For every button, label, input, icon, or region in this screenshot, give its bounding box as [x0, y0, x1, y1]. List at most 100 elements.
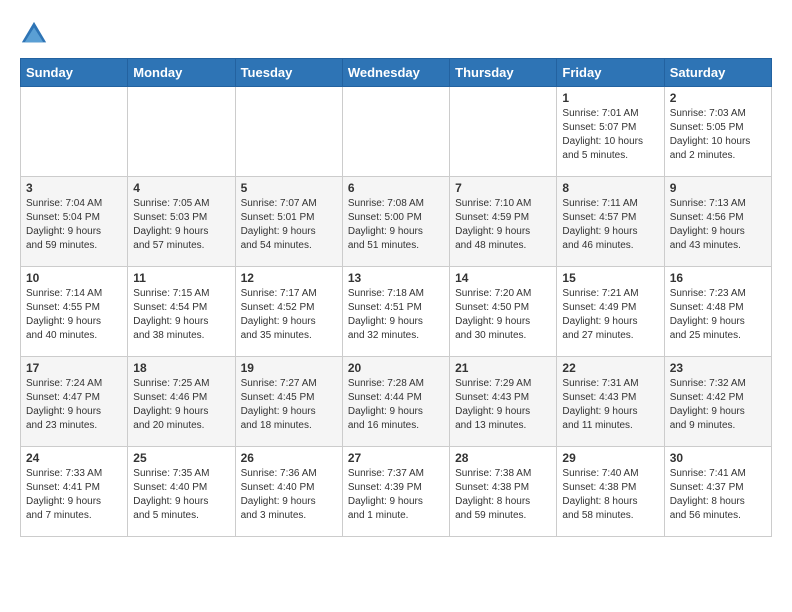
day-number: 26 — [241, 451, 337, 465]
day-number: 9 — [670, 181, 766, 195]
day-info: Sunrise: 7:05 AM Sunset: 5:03 PM Dayligh… — [133, 197, 229, 253]
header — [20, 15, 772, 48]
calendar-header: SundayMondayTuesdayWednesdayThursdayFrid… — [21, 59, 772, 87]
day-cell: 13 Sunrise: 7:18 AM Sunset: 4:51 PM Dayli… — [342, 267, 449, 357]
day-number: 22 — [562, 361, 658, 375]
week-row-4: 17Sunrise: 7:24 AM Sunset: 4:47 PM Dayli… — [21, 357, 772, 447]
day-number: 16 — [670, 271, 766, 285]
day-cell — [128, 87, 235, 177]
day-info: Sunrise: 7:15 AM Sunset: 4:54 PM Dayligh… — [133, 287, 229, 343]
day-info: Sunrise: 7:10 AM Sunset: 4:59 PM Dayligh… — [455, 197, 551, 253]
day-cell: 14 Sunrise: 7:20 AM Sunset: 4:50 PM Dayli… — [450, 267, 557, 357]
day-info: Sunrise: 7:21 AM Sunset: 4:49 PM Dayligh… — [562, 287, 658, 343]
day-info: Sunrise: 7:29 AM Sunset: 4:43 PM Dayligh… — [455, 377, 551, 433]
day-number: 3 — [26, 181, 122, 195]
weekday-header-thursday: Thursday — [450, 59, 557, 87]
day-number: 6 — [348, 181, 444, 195]
day-number: 11 — [133, 271, 229, 285]
day-info: Sunrise: 7:08 AM Sunset: 5:00 PM Dayligh… — [348, 197, 444, 253]
day-cell — [21, 87, 128, 177]
weekday-header-monday: Monday — [128, 59, 235, 87]
day-number: 30 — [670, 451, 766, 465]
day-cell: 24 Sunrise: 7:33 AM Sunset: 4:41 PM Dayli… — [21, 447, 128, 537]
day-info: Sunrise: 7:20 AM Sunset: 4:50 PM Dayligh… — [455, 287, 551, 343]
day-info: Sunrise: 7:03 AM Sunset: 5:05 PM Dayligh… — [670, 107, 766, 163]
day-cell: 7 Sunrise: 7:10 AM Sunset: 4:59 PM Daylig… — [450, 177, 557, 267]
day-cell: 23 Sunrise: 7:32 AM Sunset: 4:42 PM Dayli… — [664, 357, 771, 447]
day-number: 2 — [670, 91, 766, 105]
day-cell: 26 Sunrise: 7:36 AM Sunset: 4:40 PM Dayli… — [235, 447, 342, 537]
day-cell: 27 Sunrise: 7:37 AM Sunset: 4:39 PM Dayli… — [342, 447, 449, 537]
day-number: 5 — [241, 181, 337, 195]
day-cell — [450, 87, 557, 177]
page: SundayMondayTuesdayWednesdayThursdayFrid… — [0, 0, 792, 557]
day-number: 19 — [241, 361, 337, 375]
day-cell: 4 Sunrise: 7:05 AM Sunset: 5:03 PM Daylig… — [128, 177, 235, 267]
day-cell: 20 Sunrise: 7:28 AM Sunset: 4:44 PM Dayli… — [342, 357, 449, 447]
day-cell: 6 Sunrise: 7:08 AM Sunset: 5:00 PM Daylig… — [342, 177, 449, 267]
weekday-header-wednesday: Wednesday — [342, 59, 449, 87]
day-cell: 28 Sunrise: 7:38 AM Sunset: 4:38 PM Dayli… — [450, 447, 557, 537]
week-row-3: 10Sunrise: 7:14 AM Sunset: 4:55 PM Dayli… — [21, 267, 772, 357]
day-cell — [235, 87, 342, 177]
day-cell: 10Sunrise: 7:14 AM Sunset: 4:55 PM Dayli… — [21, 267, 128, 357]
day-number: 27 — [348, 451, 444, 465]
day-info: Sunrise: 7:14 AM Sunset: 4:55 PM Dayligh… — [26, 287, 122, 343]
day-info: Sunrise: 7:13 AM Sunset: 4:56 PM Dayligh… — [670, 197, 766, 253]
day-info: Sunrise: 7:37 AM Sunset: 4:39 PM Dayligh… — [348, 467, 444, 523]
weekday-row: SundayMondayTuesdayWednesdayThursdayFrid… — [21, 59, 772, 87]
day-info: Sunrise: 7:32 AM Sunset: 4:42 PM Dayligh… — [670, 377, 766, 433]
day-cell: 3 Sunrise: 7:04 AM Sunset: 5:04 PM Daylig… — [21, 177, 128, 267]
day-number: 17 — [26, 361, 122, 375]
day-number: 18 — [133, 361, 229, 375]
day-number: 8 — [562, 181, 658, 195]
day-number: 12 — [241, 271, 337, 285]
day-info: Sunrise: 7:28 AM Sunset: 4:44 PM Dayligh… — [348, 377, 444, 433]
day-info: Sunrise: 7:35 AM Sunset: 4:40 PM Dayligh… — [133, 467, 229, 523]
day-info: Sunrise: 7:31 AM Sunset: 4:43 PM Dayligh… — [562, 377, 658, 433]
day-number: 7 — [455, 181, 551, 195]
day-cell — [342, 87, 449, 177]
day-number: 1 — [562, 91, 658, 105]
day-number: 28 — [455, 451, 551, 465]
day-cell: 17Sunrise: 7:24 AM Sunset: 4:47 PM Dayli… — [21, 357, 128, 447]
day-number: 14 — [455, 271, 551, 285]
day-cell: 30 Sunrise: 7:41 AM Sunset: 4:37 PM Dayli… — [664, 447, 771, 537]
day-info: Sunrise: 7:38 AM Sunset: 4:38 PM Dayligh… — [455, 467, 551, 523]
week-row-2: 3 Sunrise: 7:04 AM Sunset: 5:04 PM Daylig… — [21, 177, 772, 267]
logo-icon — [20, 20, 48, 48]
day-number: 21 — [455, 361, 551, 375]
day-info: Sunrise: 7:36 AM Sunset: 4:40 PM Dayligh… — [241, 467, 337, 523]
weekday-header-friday: Friday — [557, 59, 664, 87]
day-cell: 25Sunrise: 7:35 AM Sunset: 4:40 PM Dayli… — [128, 447, 235, 537]
day-cell: 29Sunrise: 7:40 AM Sunset: 4:38 PM Dayli… — [557, 447, 664, 537]
day-info: Sunrise: 7:41 AM Sunset: 4:37 PM Dayligh… — [670, 467, 766, 523]
day-info: Sunrise: 7:25 AM Sunset: 4:46 PM Dayligh… — [133, 377, 229, 433]
day-cell: 21 Sunrise: 7:29 AM Sunset: 4:43 PM Dayli… — [450, 357, 557, 447]
weekday-header-sunday: Sunday — [21, 59, 128, 87]
day-info: Sunrise: 7:04 AM Sunset: 5:04 PM Dayligh… — [26, 197, 122, 253]
day-info: Sunrise: 7:27 AM Sunset: 4:45 PM Dayligh… — [241, 377, 337, 433]
calendar-table: SundayMondayTuesdayWednesdayThursdayFrid… — [20, 58, 772, 537]
day-cell: 22 Sunrise: 7:31 AM Sunset: 4:43 PM Dayli… — [557, 357, 664, 447]
day-cell: 1Sunrise: 7:01 AM Sunset: 5:07 PM Daylig… — [557, 87, 664, 177]
day-number: 15 — [562, 271, 658, 285]
day-info: Sunrise: 7:33 AM Sunset: 4:41 PM Dayligh… — [26, 467, 122, 523]
day-info: Sunrise: 7:07 AM Sunset: 5:01 PM Dayligh… — [241, 197, 337, 253]
weekday-header-saturday: Saturday — [664, 59, 771, 87]
day-number: 24 — [26, 451, 122, 465]
day-number: 4 — [133, 181, 229, 195]
day-info: Sunrise: 7:23 AM Sunset: 4:48 PM Dayligh… — [670, 287, 766, 343]
day-cell: 2 Sunrise: 7:03 AM Sunset: 5:05 PM Daylig… — [664, 87, 771, 177]
day-info: Sunrise: 7:11 AM Sunset: 4:57 PM Dayligh… — [562, 197, 658, 253]
day-cell: 8 Sunrise: 7:11 AM Sunset: 4:57 PM Daylig… — [557, 177, 664, 267]
day-number: 20 — [348, 361, 444, 375]
day-cell: 16 Sunrise: 7:23 AM Sunset: 4:48 PM Dayli… — [664, 267, 771, 357]
day-info: Sunrise: 7:18 AM Sunset: 4:51 PM Dayligh… — [348, 287, 444, 343]
day-cell: 15 Sunrise: 7:21 AM Sunset: 4:49 PM Dayli… — [557, 267, 664, 357]
day-number: 23 — [670, 361, 766, 375]
day-cell: 12Sunrise: 7:17 AM Sunset: 4:52 PM Dayli… — [235, 267, 342, 357]
day-cell: 9 Sunrise: 7:13 AM Sunset: 4:56 PM Daylig… — [664, 177, 771, 267]
day-number: 13 — [348, 271, 444, 285]
day-cell: 11 Sunrise: 7:15 AM Sunset: 4:54 PM Dayli… — [128, 267, 235, 357]
